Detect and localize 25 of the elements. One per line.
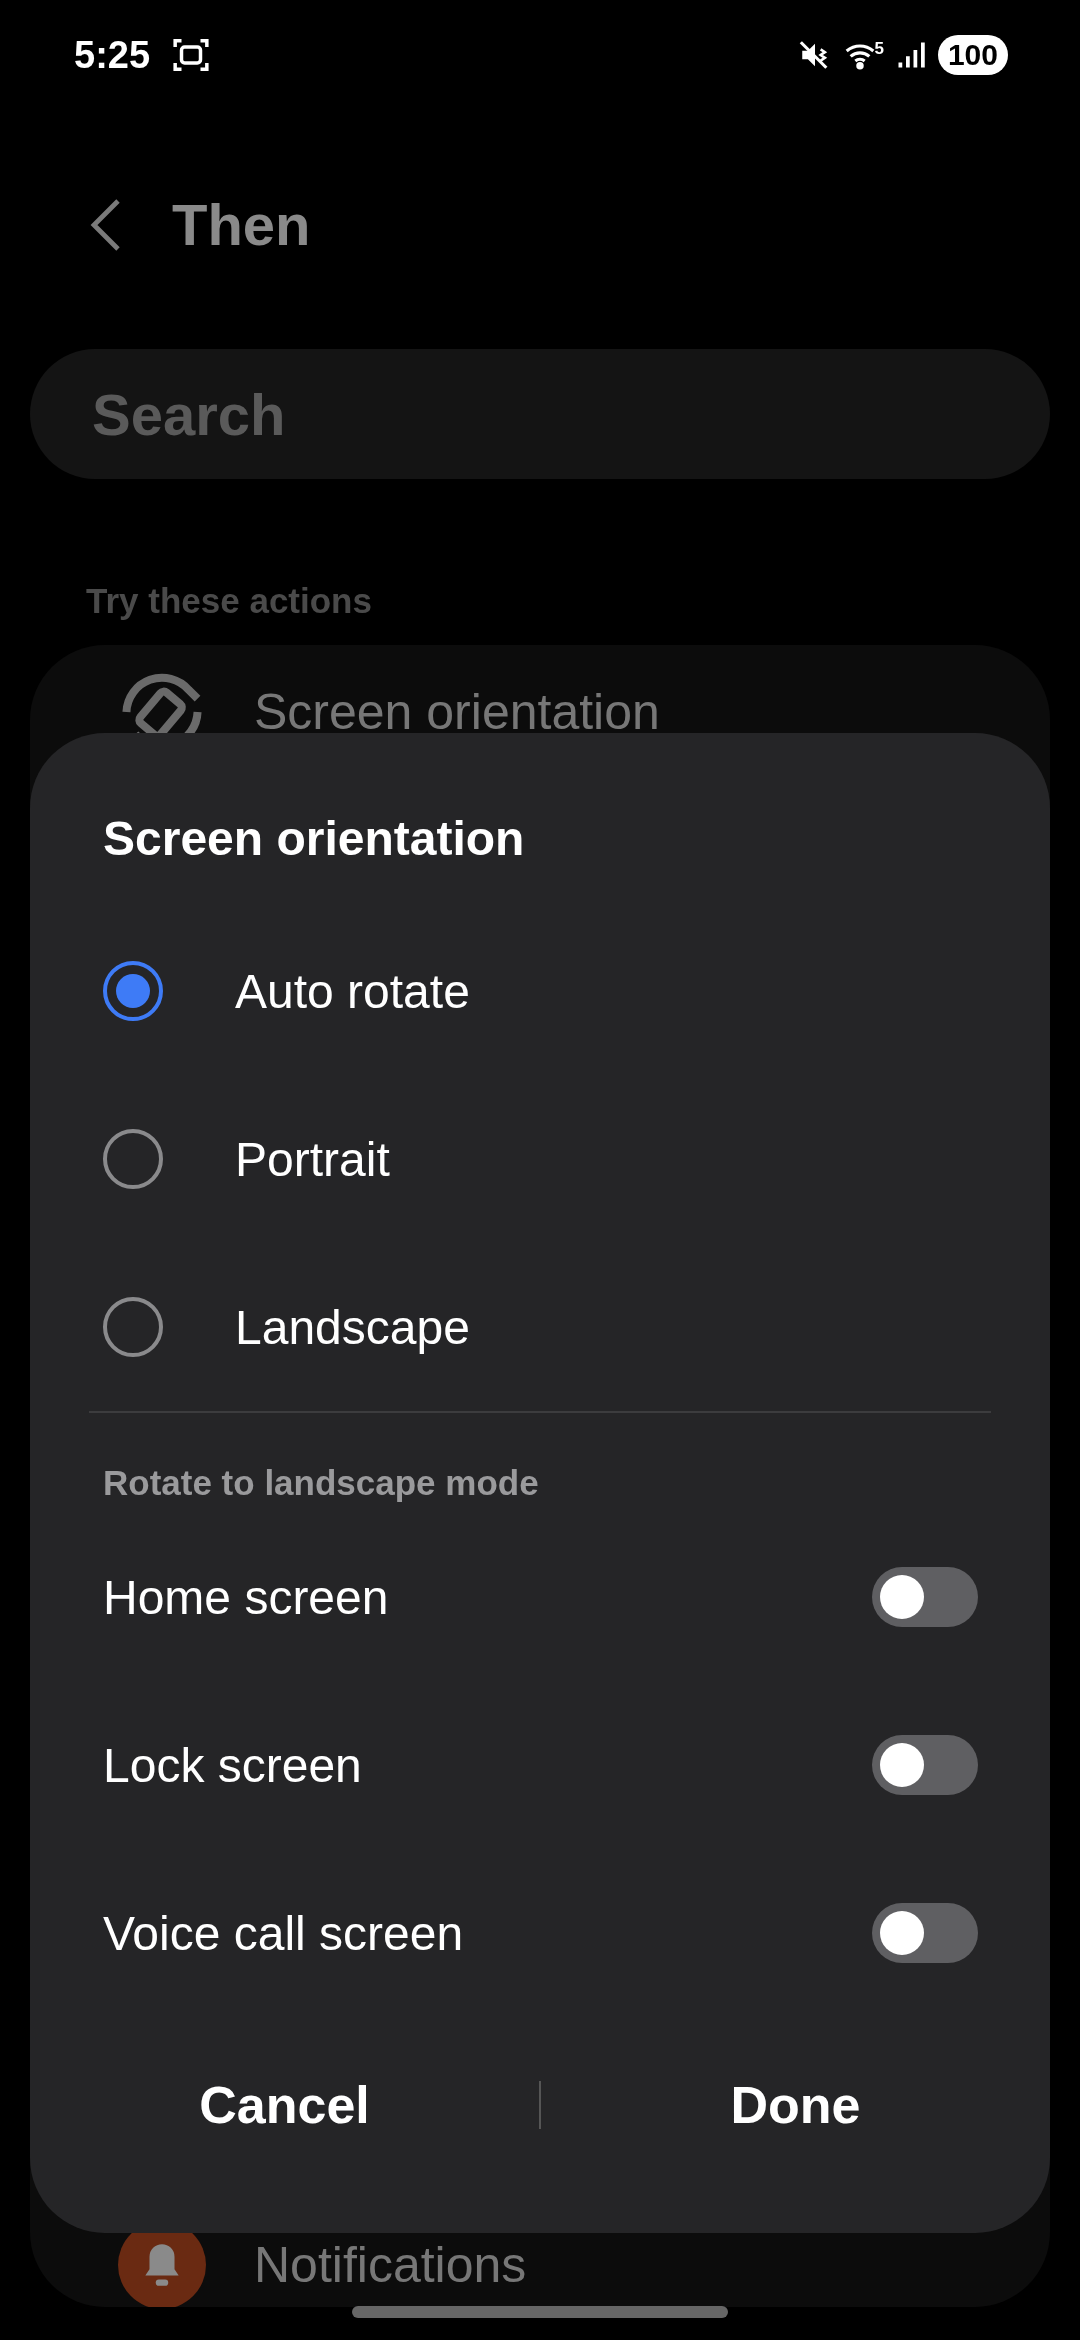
dialog-title: Screen orientation: [103, 811, 526, 867]
radio-button[interactable]: [103, 1129, 163, 1189]
dialog-button[interactable]: Cancel: [30, 2055, 539, 2155]
toggle-label: Home screen: [103, 1569, 389, 1625]
page-title: Then: [172, 191, 311, 258]
radio-button[interactable]: [103, 961, 163, 1021]
option-label: Auto rotate: [235, 963, 470, 1019]
dialog-button[interactable]: Done: [541, 2055, 1050, 2155]
toggle-switch[interactable]: [872, 1903, 978, 1963]
toggle-switch[interactable]: [872, 1735, 978, 1795]
toggle-label: Lock screen: [103, 1737, 362, 1793]
search-field[interactable]: Search: [30, 349, 1050, 479]
section-title: Try these actions: [85, 580, 373, 622]
subheader: Rotate to landscape mode: [103, 1462, 540, 1504]
status-time: 5:25: [74, 33, 151, 77]
radio-button[interactable]: [103, 1297, 163, 1357]
wifi-generation-label: 5: [874, 39, 884, 59]
toggle-label: Voice call screen: [103, 1905, 464, 1961]
action-label[interactable]: Notifications: [254, 2236, 527, 2294]
back-button[interactable]: [88, 196, 122, 253]
option-label: Portrait: [235, 1131, 390, 1187]
toggle-switch[interactable]: [872, 1567, 978, 1627]
battery-level: 100: [937, 35, 1008, 75]
option-label: Landscape: [235, 1299, 470, 1355]
screenshot-icon: [172, 36, 211, 74]
